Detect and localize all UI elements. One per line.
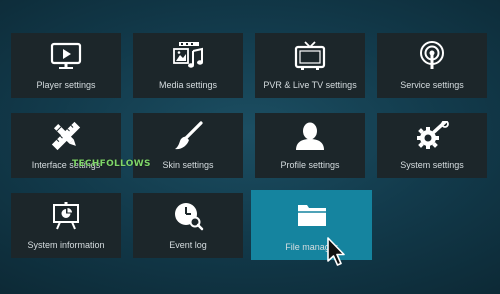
tile-label: Service settings <box>400 80 464 90</box>
pencil-ruler-icon <box>49 121 83 151</box>
tile-system-information[interactable]: System information <box>11 193 121 258</box>
tile-system-settings[interactable]: System settings <box>377 113 487 178</box>
tile-event-log[interactable]: Event log <box>133 193 243 258</box>
tile-file-manager[interactable]: File manager <box>251 190 372 260</box>
tile-label: System settings <box>400 160 464 170</box>
tile-label: System information <box>27 240 105 250</box>
presentation-board-icon <box>49 201 83 231</box>
tile-media-settings[interactable]: Media settings <box>133 33 243 98</box>
broadcast-icon <box>415 41 449 71</box>
watermark: TECHFOLLOWS <box>72 159 151 169</box>
tile-label: File manager <box>285 242 338 252</box>
tile-profile-settings[interactable]: Profile settings <box>255 113 365 178</box>
user-icon <box>293 121 327 151</box>
tile-label: Event log <box>169 240 207 250</box>
tile-label: PVR & Live TV settings <box>263 80 357 90</box>
tile-player-settings[interactable]: Player settings <box>11 33 121 98</box>
media-icon <box>171 41 205 71</box>
clock-search-icon <box>171 201 205 231</box>
tile-label: Media settings <box>158 80 218 90</box>
gear-wrench-icon <box>415 121 449 151</box>
tv-icon <box>293 41 327 71</box>
monitor-play-icon <box>49 41 83 71</box>
mouse-pointer-icon <box>325 236 347 268</box>
folder-icon <box>295 199 329 229</box>
tile-service-settings[interactable]: Service settings <box>377 33 487 98</box>
paintbrush-icon <box>171 121 205 151</box>
tile-label: Profile settings <box>280 160 340 170</box>
tile-label: Player settings <box>36 80 96 90</box>
tile-pvr-live-tv-settings[interactable]: PVR & Live TV settings <box>255 33 365 98</box>
